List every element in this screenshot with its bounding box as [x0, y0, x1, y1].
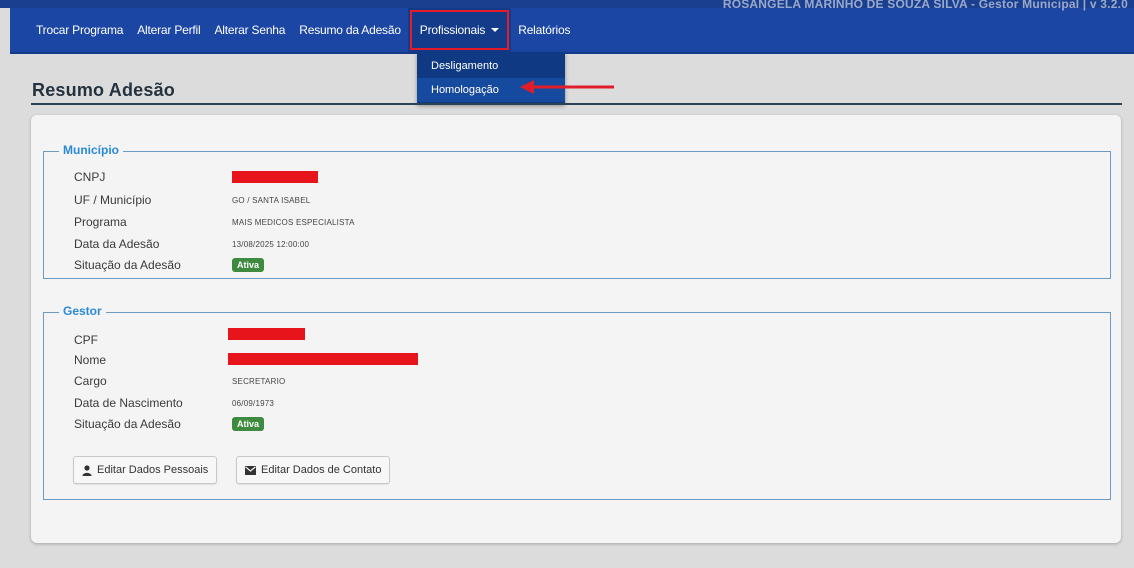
user-icon — [82, 464, 92, 476]
caret-down-icon — [491, 28, 500, 32]
nav-profissionais-dropdown[interactable]: Profissionais — [407, 8, 512, 52]
field-programa: Programa MAIS MEDICOS ESPECIALISTA — [74, 213, 355, 231]
label-situacao-municipio: Situação da Adesão — [74, 258, 181, 272]
label-cnpj: CNPJ — [74, 170, 106, 184]
page-title: Resumo Adesão — [32, 80, 175, 100]
field-nome: Nome — [74, 351, 418, 369]
redacted-nome — [228, 353, 418, 365]
field-situacao-gestor: Situação da Adesão Ativa — [74, 415, 265, 433]
gestor-legend: Gestor — [59, 304, 106, 318]
value-data-nascimento: 06/09/1973 — [232, 398, 275, 408]
municipio-legend: Município — [59, 143, 123, 157]
envelope-icon — [245, 465, 256, 475]
label-programa: Programa — [74, 215, 127, 229]
label-situacao-gestor: Situação da Adesão — [74, 417, 181, 431]
editar-dados-pessoais-button[interactable]: Editar Dados Pessoais — [73, 456, 218, 484]
status-badge: Ativa — [232, 417, 265, 431]
annotation-arrow-icon — [520, 80, 614, 94]
value-data-adesao: 13/08/2025 12:00:00 — [232, 239, 310, 249]
title-divider — [31, 103, 1122, 105]
value-programa: MAIS MEDICOS ESPECIALISTA — [232, 217, 355, 227]
redacted-cpf — [228, 328, 305, 340]
field-data-nascimento: Data de Nascimento 06/09/1973 — [74, 394, 274, 412]
field-cpf: CPF — [74, 328, 305, 349]
nav-menu: Trocar Programa Alterar Perfil Alterar S… — [10, 8, 577, 52]
editar-dados-contato-button[interactable]: Editar Dados de Contato — [236, 456, 391, 484]
dropdown-item-desligamento[interactable]: Desligamento — [417, 54, 565, 78]
label-nome: Nome — [74, 353, 107, 367]
label-data-adesao: Data da Adesão — [74, 237, 160, 251]
main-panel: Município CNPJ UF / Município GO / SANTA… — [31, 115, 1121, 543]
nav-alterar-perfil[interactable]: Alterar Perfil — [130, 8, 207, 52]
nav-relatorios[interactable]: Relatórios — [511, 8, 577, 52]
nav-resumo-adesao[interactable]: Resumo da Adesão — [292, 8, 408, 52]
redacted-cnpj — [232, 171, 318, 183]
editar-dados-contato-label: Editar Dados de Contato — [261, 464, 382, 476]
label-cpf: CPF — [74, 333, 98, 347]
status-badge: Ativa — [232, 258, 265, 272]
top-navbar: ROSANGELA MARINHO DE SOUZA SILVA - Gesto… — [10, 0, 1134, 54]
field-uf-municipio: UF / Município GO / SANTA ISABEL — [74, 191, 310, 209]
label-uf-municipio: UF / Município — [74, 193, 152, 207]
value-cargo: SECRETARIO — [232, 376, 286, 386]
user-info: ROSANGELA MARINHO DE SOUZA SILVA - Gesto… — [722, 0, 1128, 11]
field-data-adesao: Data da Adesão 13/08/2025 12:00:00 — [74, 235, 309, 253]
editar-dados-pessoais-label: Editar Dados Pessoais — [97, 464, 209, 476]
nav-alterar-senha[interactable]: Alterar Senha — [207, 8, 292, 52]
label-cargo: Cargo — [74, 374, 107, 388]
field-cnpj: CNPJ — [74, 168, 318, 186]
nav-profissionais-label: Profissionais — [419, 23, 486, 37]
nav-trocar-programa[interactable]: Trocar Programa — [10, 8, 130, 52]
field-cargo: Cargo SECRETARIO — [74, 372, 285, 390]
label-data-nascimento: Data de Nascimento — [74, 396, 183, 410]
field-situacao-municipio: Situação da Adesão Ativa — [74, 256, 265, 274]
value-uf-municipio: GO / SANTA ISABEL — [232, 195, 311, 205]
